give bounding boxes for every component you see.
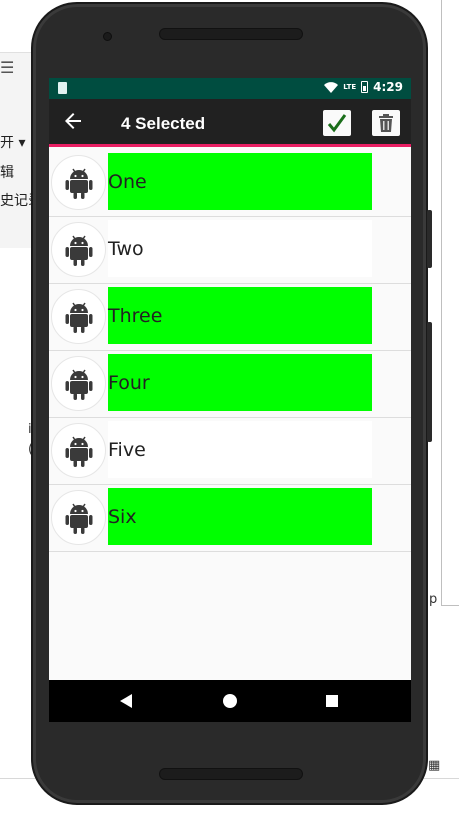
bottom-speaker xyxy=(159,768,303,780)
status-bar: LTE 4:29 xyxy=(49,78,411,99)
background-char-3: p xyxy=(429,592,438,607)
action-mode-toolbar: 4 Selected xyxy=(49,99,411,147)
app-screen: LTE 4:29 4 Selected One Two Three Four Five S… xyxy=(49,78,411,722)
android-icon xyxy=(51,490,106,545)
trash-icon xyxy=(379,114,393,132)
list-item-label: Two xyxy=(108,220,372,277)
list-item-label: Four xyxy=(108,354,372,411)
nav-back-icon[interactable] xyxy=(120,694,132,708)
grid-view-icon: ▦ xyxy=(428,758,441,773)
android-icon xyxy=(51,356,106,411)
system-navigation-bar xyxy=(49,680,411,722)
android-icon xyxy=(51,222,106,277)
nav-recents-icon[interactable] xyxy=(326,695,338,707)
list-item-label: One xyxy=(108,153,372,210)
android-icon xyxy=(51,289,106,344)
background-window-edge xyxy=(441,0,442,606)
list-item[interactable]: Four xyxy=(49,351,411,418)
selectable-list: One Two Three Four Five Six xyxy=(49,150,411,552)
status-icons: LTE 4:29 xyxy=(324,80,403,94)
nav-home-icon[interactable] xyxy=(223,694,237,708)
background-menu-text-2: 辑 xyxy=(0,165,14,181)
checkmark-icon xyxy=(327,114,347,133)
background-window-edge-bottom xyxy=(441,605,459,606)
list-item-label: Six xyxy=(108,488,372,545)
power-button xyxy=(427,322,432,442)
list-item[interactable]: Three xyxy=(49,284,411,351)
volume-button xyxy=(427,210,432,268)
selection-count-title: 4 Selected xyxy=(121,114,206,133)
list-item-label: Three xyxy=(108,287,372,344)
hamburger-menu-icon: ☰ xyxy=(0,58,15,77)
lte-signal-icon: LTE xyxy=(343,82,357,91)
list-item[interactable]: Two xyxy=(49,217,411,284)
android-icon xyxy=(51,423,106,478)
battery-icon xyxy=(361,81,369,93)
list-item[interactable]: One xyxy=(49,150,411,217)
list-item[interactable]: Five xyxy=(49,418,411,485)
wifi-icon xyxy=(324,81,339,93)
list-item[interactable]: Six xyxy=(49,485,411,552)
sd-card-icon xyxy=(58,82,67,94)
front-camera xyxy=(103,32,112,41)
top-speaker xyxy=(159,28,303,40)
status-time: 4:29 xyxy=(373,80,403,94)
android-icon xyxy=(51,155,106,210)
confirm-selection-button[interactable] xyxy=(323,110,351,136)
arrow-left-icon[interactable] xyxy=(61,109,85,133)
delete-selected-button[interactable] xyxy=(372,110,400,136)
list-item-label: Five xyxy=(108,421,372,478)
background-menu-text-1: 开 ▾ xyxy=(0,135,26,151)
